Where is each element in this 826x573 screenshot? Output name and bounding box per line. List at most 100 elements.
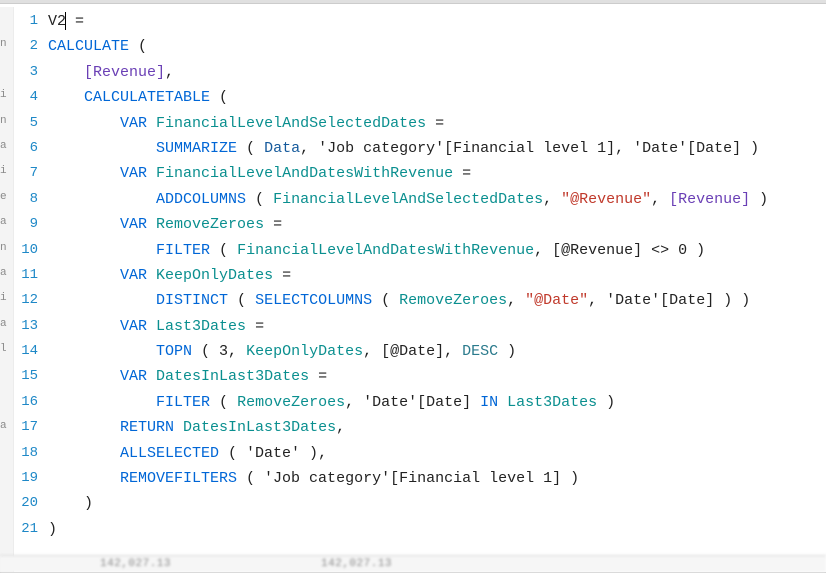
token-op bbox=[147, 318, 156, 335]
code-line[interactable]: ) bbox=[48, 517, 826, 542]
token-op: , [@Revenue] <> 0 ) bbox=[534, 242, 705, 259]
code-line[interactable]: ALLSELECTED ( 'Date' ), bbox=[48, 441, 826, 466]
token-op: V2 bbox=[48, 13, 66, 30]
token-op: ( 'Date' ), bbox=[219, 445, 327, 462]
token-op: , bbox=[651, 191, 669, 208]
token-op: , bbox=[165, 64, 174, 81]
code-line[interactable]: ) bbox=[48, 491, 826, 516]
code-line[interactable]: VAR FinancialLevelAndSelectedDates = bbox=[48, 111, 826, 136]
token-varname: FinancialLevelAndDatesWithRevenue bbox=[237, 242, 534, 259]
token-fn: CALCULATETABLE bbox=[84, 89, 210, 106]
token-op: ) bbox=[48, 521, 57, 538]
line-number: 9 bbox=[14, 212, 38, 237]
line-number: 4 bbox=[14, 85, 38, 110]
code-line[interactable]: CALCULATETABLE ( bbox=[48, 85, 826, 110]
code-line[interactable]: DISTINCT ( SELECTCOLUMNS ( RemoveZeroes,… bbox=[48, 288, 826, 313]
line-number: 5 bbox=[14, 111, 38, 136]
token-op: , bbox=[543, 191, 561, 208]
code-line[interactable]: FILTER ( FinancialLevelAndDatesWithReven… bbox=[48, 238, 826, 263]
dax-editor[interactable]: n i n a i e a n a i a l a 12345678910111… bbox=[0, 0, 826, 573]
line-number: 2 bbox=[14, 34, 38, 59]
token-op bbox=[147, 368, 156, 385]
line-number: 3 bbox=[14, 60, 38, 85]
token-tbl: Data bbox=[264, 140, 300, 157]
token-op: ( 'Job category'[Financial level 1] ) bbox=[237, 470, 579, 487]
code-line[interactable]: FILTER ( RemoveZeroes, 'Date'[Date] IN L… bbox=[48, 390, 826, 415]
token-op: ) bbox=[597, 394, 615, 411]
line-number: 8 bbox=[14, 187, 38, 212]
code-line[interactable]: CALCULATE ( bbox=[48, 34, 826, 59]
code-line[interactable]: VAR KeepOnlyDates = bbox=[48, 263, 826, 288]
token-op: ( bbox=[228, 292, 255, 309]
line-number: 21 bbox=[14, 517, 38, 542]
token-fn: REMOVEFILTERS bbox=[120, 470, 237, 487]
toolbar-edge bbox=[0, 0, 826, 4]
token-varname: DatesInLast3Dates bbox=[156, 368, 309, 385]
token-varname: Last3Dates bbox=[156, 318, 246, 335]
code-line[interactable]: VAR Last3Dates = bbox=[48, 314, 826, 339]
token-varname: RemoveZeroes bbox=[237, 394, 345, 411]
line-number: 14 bbox=[14, 339, 38, 364]
token-fn: FILTER bbox=[156, 242, 210, 259]
token-op: = bbox=[246, 318, 264, 335]
token-varname: DatesInLast3Dates bbox=[183, 419, 336, 436]
line-number: 6 bbox=[14, 136, 38, 161]
footer-value-b: 142,027.13 bbox=[321, 558, 392, 570]
token-op: ) bbox=[498, 343, 516, 360]
token-fn: SUMMARIZE bbox=[156, 140, 237, 157]
token-op: ) bbox=[84, 495, 93, 512]
code-line[interactable]: V2 = bbox=[48, 9, 826, 34]
token-op: ( bbox=[210, 89, 228, 106]
code-line[interactable]: VAR RemoveZeroes = bbox=[48, 212, 826, 237]
code-line[interactable]: SUMMARIZE ( Data, 'Job category'[Financi… bbox=[48, 136, 826, 161]
line-number: 15 bbox=[14, 364, 38, 389]
code-line[interactable]: TOPN ( 3, KeepOnlyDates, [@Date], DESC ) bbox=[48, 339, 826, 364]
line-number: 18 bbox=[14, 441, 38, 466]
line-number: 13 bbox=[14, 314, 38, 339]
code-line[interactable]: [Revenue], bbox=[48, 60, 826, 85]
token-fn: ALLSELECTED bbox=[120, 445, 219, 462]
code-line[interactable]: VAR DatesInLast3Dates = bbox=[48, 364, 826, 389]
token-fn: SELECTCOLUMNS bbox=[255, 292, 372, 309]
token-op: = bbox=[309, 368, 327, 385]
token-varname: RemoveZeroes bbox=[156, 216, 264, 233]
token-fn: TOPN bbox=[156, 343, 192, 360]
token-op bbox=[147, 165, 156, 182]
code-line[interactable]: RETURN DatesInLast3Dates, bbox=[48, 415, 826, 440]
token-op bbox=[498, 394, 507, 411]
token-op: , bbox=[336, 419, 345, 436]
token-op: ) bbox=[750, 191, 768, 208]
token-fn: DISTINCT bbox=[156, 292, 228, 309]
token-kw: VAR bbox=[120, 368, 147, 385]
code-line[interactable]: REMOVEFILTERS ( 'Job category'[Financial… bbox=[48, 466, 826, 491]
token-op: , 'Job category'[Financial level 1], 'Da… bbox=[300, 140, 759, 157]
token-varname: KeepOnlyDates bbox=[156, 267, 273, 284]
token-op: = bbox=[273, 267, 291, 284]
line-number: 10 bbox=[14, 238, 38, 263]
token-op: = bbox=[66, 13, 84, 30]
token-op: ( bbox=[372, 292, 399, 309]
token-kw: VAR bbox=[120, 115, 147, 132]
token-op bbox=[174, 419, 183, 436]
token-op: ( bbox=[210, 242, 237, 259]
token-op: ( bbox=[246, 191, 273, 208]
footer-value-a: 142,027.13 bbox=[100, 558, 171, 570]
token-fn: FILTER bbox=[156, 394, 210, 411]
line-number: 1 bbox=[14, 9, 38, 34]
line-number: 12 bbox=[14, 288, 38, 313]
code-area[interactable]: V2 =CALCULATE ( [Revenue], CALCULATETABL… bbox=[44, 7, 826, 572]
token-op: ( bbox=[210, 394, 237, 411]
line-number: 19 bbox=[14, 466, 38, 491]
line-number-gutter: 123456789101112131415161718192021 bbox=[14, 7, 44, 572]
token-op bbox=[147, 267, 156, 284]
code-line[interactable]: ADDCOLUMNS ( FinancialLevelAndSelectedDa… bbox=[48, 187, 826, 212]
token-op: ( 3, bbox=[192, 343, 246, 360]
token-op: , 'Date'[Date] bbox=[345, 394, 480, 411]
code-line[interactable]: VAR FinancialLevelAndDatesWithRevenue = bbox=[48, 161, 826, 186]
token-op bbox=[147, 115, 156, 132]
token-kw: VAR bbox=[120, 216, 147, 233]
status-bar-blur: 142,027.13 142,027.13 bbox=[0, 555, 826, 572]
token-kw: VAR bbox=[120, 165, 147, 182]
left-margin-chars: n i n a i e a n a i a l a bbox=[0, 7, 14, 572]
token-op: ( bbox=[237, 140, 264, 157]
